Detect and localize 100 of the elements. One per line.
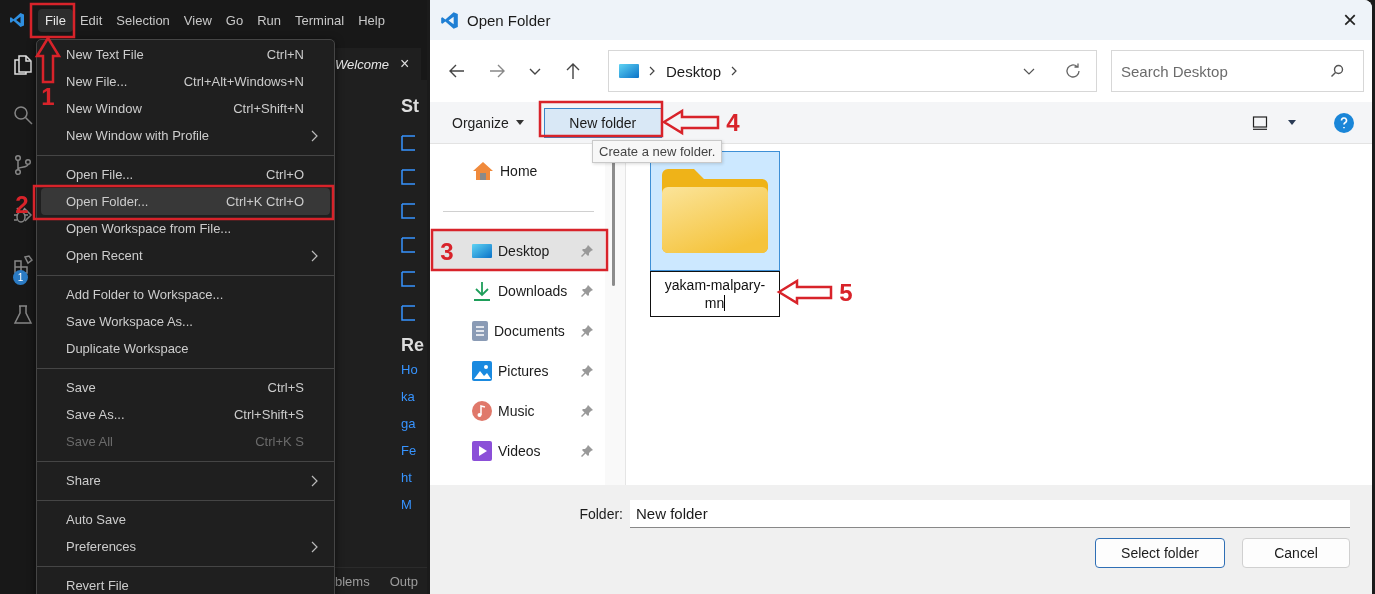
menu-item[interactable]: Open File... Ctrl+O <box>57 161 330 188</box>
nav-item[interactable]: Music <box>432 391 605 431</box>
menu-item-label: Duplicate Workspace <box>66 341 190 356</box>
address-bar[interactable]: Desktop <box>608 50 1097 92</box>
menu-item-label: Save Workspace As... <box>66 314 194 329</box>
nav-label: Music <box>498 403 536 419</box>
folder-name-field[interactable]: New folder <box>630 500 1350 528</box>
pin-icon[interactable] <box>581 325 593 337</box>
pin-icon[interactable] <box>581 445 593 457</box>
menu-item[interactable]: New File... Ctrl+Alt+Windows+N <box>57 68 330 95</box>
action-icon[interactable] <box>401 235 415 255</box>
field-label: Folder: <box>578 506 623 522</box>
nav-item[interactable]: Downloads <box>432 271 605 311</box>
dialog-button[interactable]: Cancel <box>1242 538 1350 568</box>
menu-item-label: Open Workspace from File... <box>66 221 233 236</box>
help-icon[interactable] <box>1334 112 1354 133</box>
logo-icon <box>9 12 25 28</box>
document-icon <box>472 321 488 341</box>
panel-tab[interactable]: Outp <box>389 573 418 589</box>
recent-link[interactable]: ga <box>401 410 427 437</box>
view-icon[interactable] <box>1252 115 1268 130</box>
close-button[interactable]: × <box>1328 0 1372 40</box>
nav-label: Documents <box>494 323 566 339</box>
text-cursor <box>724 295 726 311</box>
menu-item-label: Save As... <box>66 407 126 422</box>
organize-button[interactable]: Organize <box>444 110 532 135</box>
step-number: 2 <box>15 191 29 218</box>
back-arrow-icon[interactable] <box>448 62 466 80</box>
recent-link[interactable]: ka <box>401 383 427 410</box>
logo-icon <box>440 10 459 30</box>
nav-label: Desktop <box>498 243 551 259</box>
menu-item[interactable]: Add Folder to Workspace... <box>57 281 330 308</box>
menu-item[interactable]: Save Workspace As... <box>57 308 330 335</box>
panel-tab[interactable]: blems <box>335 573 370 589</box>
menu-item[interactable]: Auto Save <box>57 506 330 533</box>
menu-item-label: Save All <box>66 434 114 449</box>
caret-icon <box>515 120 524 125</box>
menu-item-label: Share <box>66 473 102 488</box>
shortcut: Ctrl+Alt+Windows+N <box>183 74 304 89</box>
recent-link[interactable]: Fe <box>401 437 427 464</box>
menu-bar-item[interactable]: Help <box>351 8 392 32</box>
video-icon <box>472 441 492 461</box>
editor-tab[interactable]: Welcome × <box>335 48 422 80</box>
shortcut: Ctrl+Shift+N <box>233 101 304 116</box>
chevron-icon <box>649 66 656 76</box>
recent-link[interactable]: ht <box>401 464 427 491</box>
menu-item[interactable]: Open Folder... Ctrl+K Ctrl+O <box>41 188 330 215</box>
menu-item[interactable]: Open Workspace from File... <box>57 215 330 242</box>
action-icon[interactable] <box>401 167 415 187</box>
breadcrumb[interactable]: Desktop <box>666 62 722 80</box>
menu-item[interactable]: Preferences <box>57 533 330 560</box>
menu-bar-item[interactable]: Selection <box>109 8 177 32</box>
action-icon[interactable] <box>401 133 415 153</box>
nav-item[interactable]: Documents <box>432 311 605 351</box>
pin-icon[interactable] <box>581 405 593 417</box>
pin-icon[interactable] <box>581 365 593 377</box>
menu-item[interactable]: Revert File <box>57 572 330 594</box>
menu-bar-item[interactable]: View <box>176 8 219 32</box>
search-field[interactable]: Search Desktop <box>1111 50 1364 92</box>
count-badge: 1 <box>13 270 28 285</box>
nav-item[interactable]: Videos <box>432 431 605 471</box>
up-arrow-icon[interactable] <box>564 62 582 80</box>
shortcut: Ctrl+N <box>266 47 304 62</box>
menu-bar-item[interactable]: Go <box>218 8 251 32</box>
menu-item[interactable]: New Window Ctrl+Shift+N <box>57 95 330 122</box>
forward-arrow-icon[interactable] <box>488 62 506 80</box>
close-icon[interactable]: × <box>399 55 410 73</box>
refresh-icon[interactable] <box>1064 62 1082 80</box>
menu-bar-item[interactable]: Edit <box>72 8 110 32</box>
nav-item[interactable]: Pictures <box>432 351 605 391</box>
menu-item[interactable]: Save Ctrl+S <box>57 374 330 401</box>
step-number: 5 <box>839 279 853 306</box>
dialog-button[interactable]: Select folder <box>1095 538 1225 568</box>
menu-item[interactable]: Share <box>57 467 330 494</box>
menu-item-label: Open Recent <box>66 248 144 263</box>
new-folder-button[interactable]: New folder <box>543 107 662 138</box>
rename-field[interactable]: yakam-malpary-mn <box>650 271 780 317</box>
chevron-icon[interactable] <box>731 66 739 76</box>
recent-link[interactable]: Ho <box>401 356 427 383</box>
action-icon[interactable] <box>401 269 415 289</box>
menu-item[interactable]: Open Recent <box>57 242 330 269</box>
image-icon <box>472 361 492 381</box>
menu-bar-item[interactable]: Terminal <box>288 8 352 32</box>
action-icon[interactable] <box>401 201 415 221</box>
menu-item[interactable]: Save As... Ctrl+Shift+S <box>57 401 330 428</box>
pin-icon[interactable] <box>581 285 593 297</box>
search-icon[interactable] <box>1330 64 1344 78</box>
menu-bar-item[interactable]: File <box>38 8 73 32</box>
menu-item[interactable]: Duplicate Workspace <box>57 335 330 362</box>
step-number: 3 <box>440 238 454 265</box>
menu-item-label: Add Folder to Workspace... <box>66 287 225 302</box>
recent-link[interactable]: M <box>401 491 427 518</box>
menu-item[interactable]: New Text File Ctrl+N <box>57 41 330 68</box>
action-icon[interactable] <box>401 303 415 323</box>
shortcut: Ctrl+Shift+S <box>233 407 304 422</box>
menu-bar-item[interactable]: Run <box>250 8 288 32</box>
menu-item[interactable]: New Window with Profile <box>57 122 330 149</box>
window-title: Open Folder <box>467 11 551 29</box>
caret-icon[interactable] <box>1288 120 1296 125</box>
menu-item-label: New Window with Profile <box>66 128 211 143</box>
